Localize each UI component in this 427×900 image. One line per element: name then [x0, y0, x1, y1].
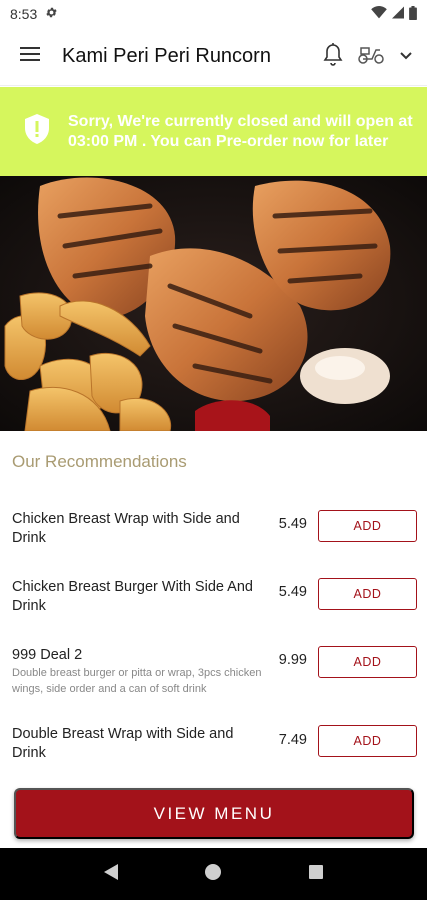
delivery-scooter-icon[interactable] — [357, 43, 385, 70]
wifi-icon — [371, 6, 387, 22]
hamburger-menu-icon[interactable] — [20, 46, 40, 67]
system-nav-bar — [0, 848, 427, 900]
shield-alert-icon — [24, 113, 50, 150]
item-name: 999 Deal 2 — [12, 647, 83, 663]
bell-icon[interactable] — [323, 42, 343, 71]
status-time: 8:53 — [10, 6, 38, 22]
add-button[interactable]: ADD — [318, 510, 417, 542]
hero-food-image — [0, 176, 427, 431]
recents-icon[interactable] — [308, 864, 324, 885]
item-price: 7.49 — [278, 732, 307, 748]
item-description: Double breast burger or pitta or wrap, 3… — [12, 667, 262, 695]
item-name: Chicken Breast Wrap with Side and Drink — [12, 511, 240, 546]
home-icon[interactable] — [204, 863, 222, 886]
cell-signal-icon — [392, 6, 404, 22]
item-price: 5.49 — [278, 584, 307, 600]
recommendations-heading: Our Recommendations — [12, 452, 187, 471]
item-price: 5.49 — [278, 516, 307, 532]
closed-notice-banner: Sorry, We're currently closed and will o… — [0, 87, 427, 176]
item-price: 9.99 — [278, 652, 307, 668]
back-icon[interactable] — [103, 863, 119, 886]
app-bar: Kami Peri Peri Runcorn — [0, 28, 427, 86]
status-bar: 8:53 — [0, 0, 427, 28]
view-menu-button[interactable]: VIEW MENU — [14, 788, 414, 839]
settings-gear-icon — [45, 6, 58, 22]
item-name: Chicken Breast Burger With Side And Drin… — [12, 579, 253, 614]
item-name: Double Breast Wrap with Side and Drink — [12, 726, 234, 761]
add-button[interactable]: ADD — [318, 725, 417, 757]
closed-message: Sorry, We're currently closed and will o… — [68, 112, 413, 150]
store-title: Kami Peri Peri Runcorn — [62, 45, 271, 67]
add-button[interactable]: ADD — [318, 578, 417, 610]
add-button[interactable]: ADD — [318, 646, 417, 678]
battery-icon — [409, 5, 417, 23]
chevron-down-icon[interactable] — [399, 48, 413, 66]
